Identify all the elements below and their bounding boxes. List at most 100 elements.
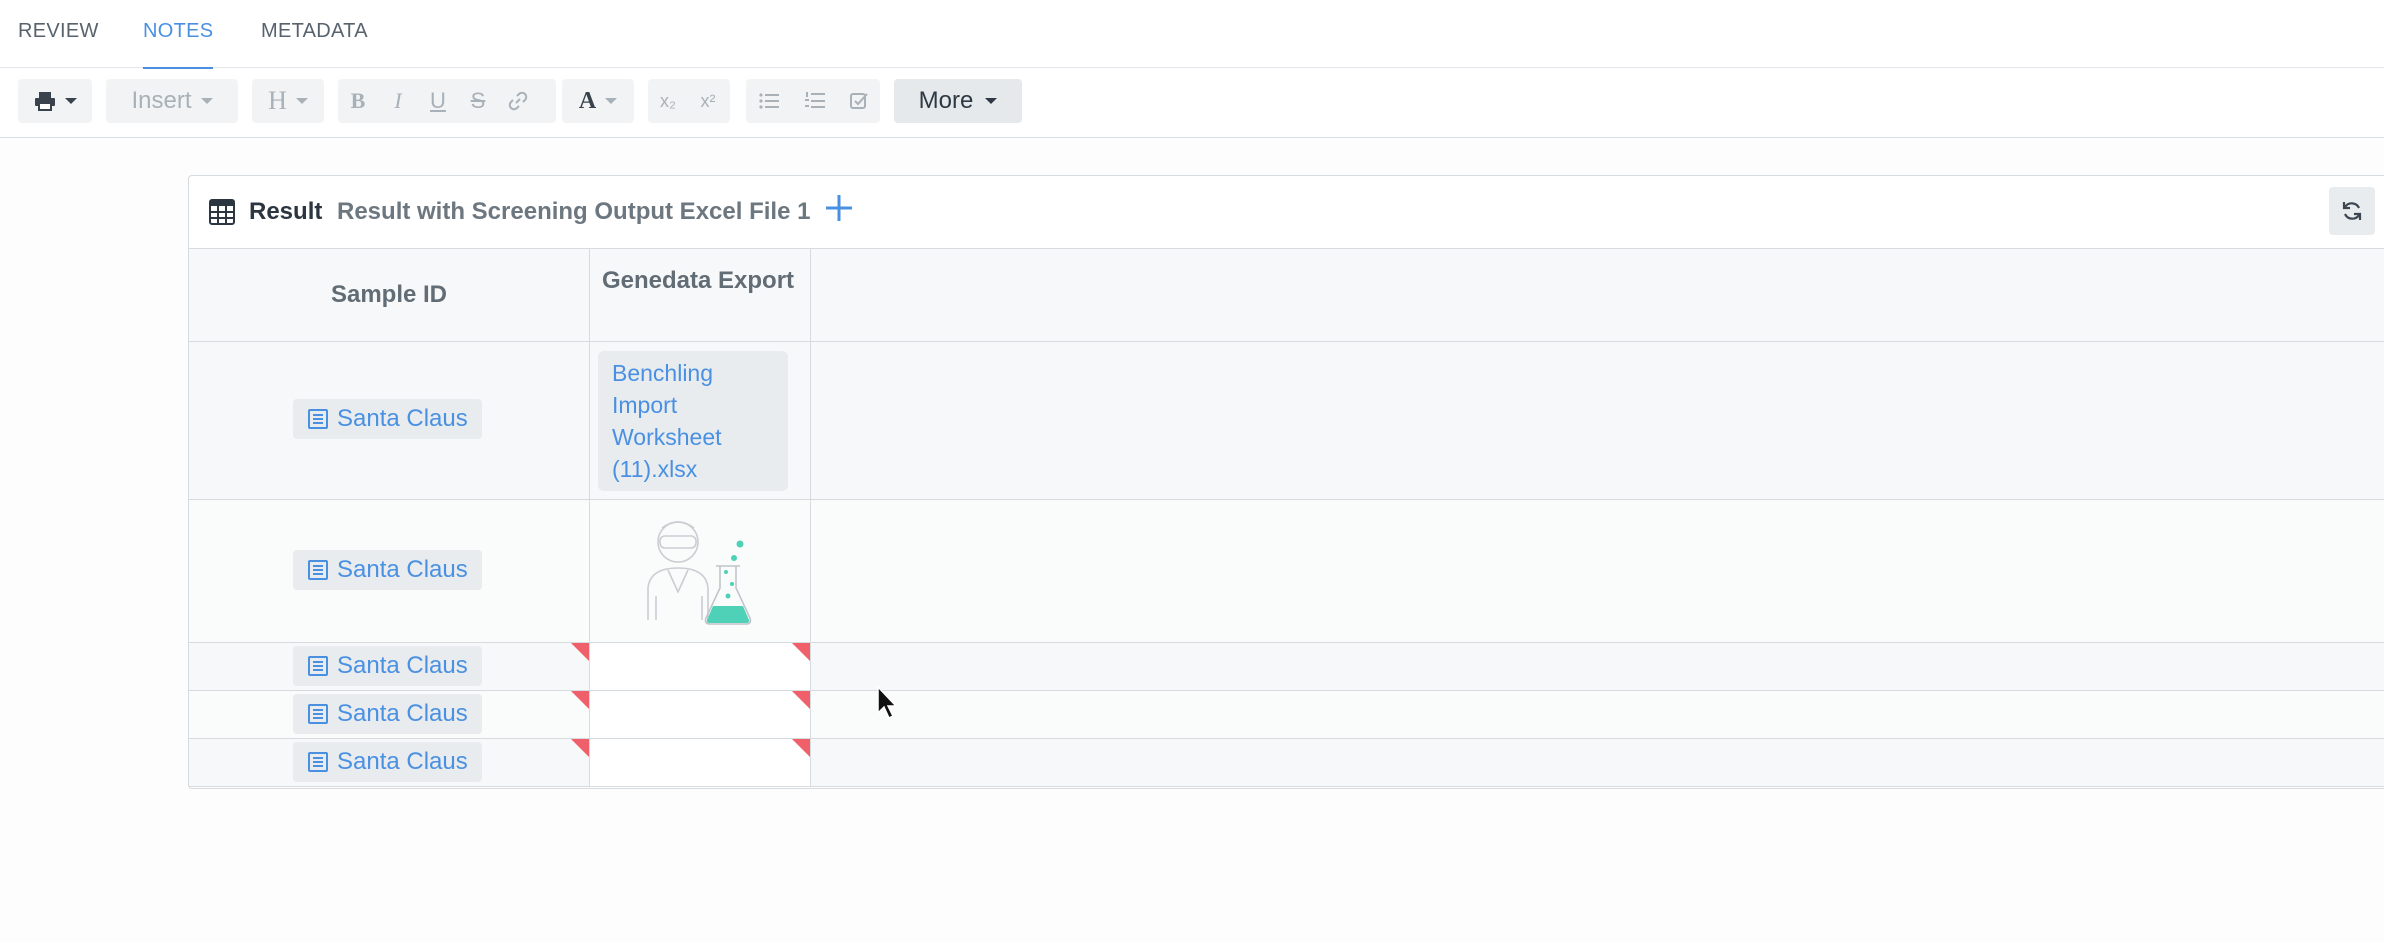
add-column-button[interactable]: [825, 188, 853, 229]
table-row: Santa Claus: [189, 500, 2384, 643]
script-group: x₂ x²: [648, 79, 730, 123]
tab-metadata[interactable]: METADATA: [261, 0, 368, 68]
table-filler: [812, 739, 2384, 786]
validation-flag-icon: [792, 643, 810, 661]
chevron-down-icon: [605, 98, 618, 104]
chevron-down-icon: [295, 98, 308, 104]
subscript-icon: x₂: [660, 90, 676, 111]
result-table-panel: Result Result with Screening Output Exce…: [188, 175, 2384, 789]
sample-name: Santa Claus: [337, 700, 468, 727]
genedata-export-cell[interactable]: [590, 739, 811, 786]
sample-name: Santa Claus: [337, 556, 468, 583]
sample-id-cell[interactable]: Santa Claus: [189, 500, 590, 642]
checklist-button[interactable]: [838, 79, 880, 123]
bullet-list-icon: [759, 93, 779, 109]
italic-icon: I: [394, 88, 402, 113]
superscript-icon: x²: [700, 90, 716, 111]
refresh-button[interactable]: [2329, 187, 2375, 235]
bold-icon: B: [350, 88, 366, 113]
plus-icon: [826, 195, 852, 221]
sample-chip[interactable]: Santa Claus: [293, 742, 482, 782]
superscript-button[interactable]: x²: [688, 79, 728, 123]
entity-icon: [308, 704, 328, 724]
validation-flag-icon: [792, 739, 810, 757]
table-row: Santa Claus Benchling Import Worksheet (…: [189, 342, 2384, 500]
genedata-export-cell[interactable]: Benchling Import Worksheet (11).xlsx: [590, 342, 811, 499]
underline-button[interactable]: U: [418, 79, 458, 123]
sample-chip[interactable]: Santa Claus: [293, 646, 482, 686]
table-icon: [209, 199, 235, 225]
chevron-down-icon: [64, 98, 77, 104]
sample-id-cell[interactable]: Santa Claus: [189, 739, 590, 786]
column-header-label: Genedata Export: [602, 267, 795, 294]
link-icon: [508, 91, 528, 111]
bold-button[interactable]: B: [338, 79, 378, 123]
heading-label: H: [268, 86, 287, 115]
result-label: Result: [249, 198, 323, 225]
sample-name: Santa Claus: [337, 748, 468, 775]
tab-review[interactable]: REVIEW: [18, 0, 99, 68]
file-attachment-link[interactable]: Benchling Import Worksheet (11).xlsx: [598, 351, 788, 491]
numbered-list-button[interactable]: [792, 79, 838, 123]
print-button[interactable]: [18, 79, 92, 123]
chevron-down-icon: [200, 98, 213, 104]
editor-toolbar: Insert H B I U S A x₂ x² More: [0, 69, 2384, 138]
strikethrough-icon: S: [470, 88, 486, 113]
font-color-icon: A: [578, 87, 597, 114]
more-dropdown[interactable]: More: [894, 79, 1022, 123]
entity-icon: [308, 656, 328, 676]
sample-chip[interactable]: Santa Claus: [293, 550, 482, 590]
table-filler: [812, 500, 2384, 642]
table-filler: [812, 342, 2384, 499]
result-header: Result Result with Screening Output Exce…: [189, 176, 2384, 249]
bullet-list-button[interactable]: [746, 79, 792, 123]
more-label: More: [918, 87, 974, 114]
tab-bar: REVIEW NOTES METADATA: [0, 0, 2384, 69]
validation-flag-icon: [571, 691, 589, 709]
table-filler: [812, 249, 2384, 341]
text-format-group: B I U S: [338, 79, 556, 123]
tab-notes[interactable]: NOTES: [143, 0, 214, 69]
sample-name: Santa Claus: [337, 405, 468, 432]
table-row: Santa Claus: [189, 739, 2384, 787]
refresh-icon: [2342, 202, 2362, 220]
checkbox-icon: [850, 93, 868, 109]
sample-chip[interactable]: Santa Claus: [293, 399, 482, 439]
list-group: [746, 79, 880, 123]
sample-id-cell[interactable]: Santa Claus: [189, 691, 590, 738]
sample-id-cell[interactable]: Santa Claus: [189, 643, 590, 690]
entity-icon: [308, 560, 328, 580]
heading-dropdown[interactable]: H: [252, 79, 324, 123]
table-row: Santa Claus: [189, 643, 2384, 691]
result-name[interactable]: Result with Screening Output Excel File …: [337, 198, 810, 226]
scientist-illustration-icon: [647, 521, 752, 625]
entity-icon: [308, 409, 328, 429]
font-color-dropdown[interactable]: A: [562, 79, 634, 123]
insert-dropdown[interactable]: Insert: [106, 79, 238, 123]
validation-flag-icon: [792, 691, 810, 709]
sample-chip[interactable]: Santa Claus: [293, 694, 482, 734]
italic-button[interactable]: I: [378, 79, 418, 123]
table-row: Santa Claus: [189, 691, 2384, 739]
printer-icon: [34, 92, 55, 111]
sample-name: Santa Claus: [337, 652, 468, 679]
table-header-row: Sample ID Genedata Export: [189, 249, 2384, 342]
mouse-cursor-icon: [877, 686, 898, 720]
entity-icon: [308, 752, 328, 772]
table-filler: [812, 691, 2384, 738]
validation-flag-icon: [571, 739, 589, 757]
chevron-down-icon: [985, 98, 998, 104]
sample-id-cell[interactable]: Santa Claus: [189, 342, 590, 499]
column-header-label: Sample ID: [330, 281, 448, 308]
link-button[interactable]: [498, 79, 538, 123]
genedata-export-cell[interactable]: [590, 643, 811, 690]
insert-label: Insert: [131, 87, 192, 114]
subscript-button[interactable]: x₂: [648, 79, 688, 123]
underline-icon: U: [430, 88, 446, 113]
table-filler: [812, 643, 2384, 690]
column-header-genedata-export[interactable]: Genedata Export: [590, 249, 811, 341]
strikethrough-button[interactable]: S: [458, 79, 498, 123]
column-header-sample-id[interactable]: Sample ID: [189, 249, 590, 341]
genedata-export-cell[interactable]: [590, 500, 811, 642]
genedata-export-cell[interactable]: [590, 691, 811, 738]
